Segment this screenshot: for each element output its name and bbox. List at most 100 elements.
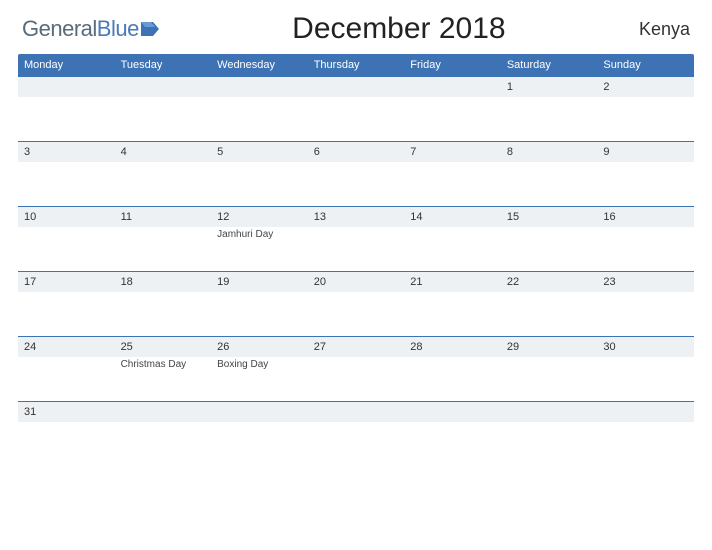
date-cell (597, 402, 694, 422)
logo-flag-icon (141, 22, 159, 36)
event-cell (404, 357, 501, 401)
day-header: Wednesday (211, 54, 308, 76)
date-cell (308, 402, 405, 422)
event-cell: Boxing Day (211, 357, 308, 401)
week-date-row: 24 25 26 27 28 29 30 (18, 336, 694, 357)
event-cell (501, 357, 598, 401)
event-cell (308, 357, 405, 401)
event-cell (597, 292, 694, 336)
date-cell: 9 (597, 142, 694, 162)
date-cell (308, 77, 405, 97)
event-cell (115, 227, 212, 271)
date-cell: 14 (404, 207, 501, 227)
event-cell (597, 422, 694, 466)
day-header: Sunday (597, 54, 694, 76)
day-header: Monday (18, 54, 115, 76)
day-header: Thursday (308, 54, 405, 76)
date-cell: 17 (18, 272, 115, 292)
week-event-row (18, 162, 694, 206)
event-cell (501, 97, 598, 141)
date-cell: 15 (501, 207, 598, 227)
week-event-row: Christmas Day Boxing Day (18, 357, 694, 401)
date-cell (18, 77, 115, 97)
date-cell (404, 402, 501, 422)
event-cell (18, 357, 115, 401)
date-cell: 31 (18, 402, 115, 422)
date-cell: 21 (404, 272, 501, 292)
date-cell: 20 (308, 272, 405, 292)
date-cell (404, 77, 501, 97)
event-cell (597, 162, 694, 206)
event-cell (404, 162, 501, 206)
date-cell: 29 (501, 337, 598, 357)
week-event-row (18, 292, 694, 336)
event-cell (115, 162, 212, 206)
date-cell: 4 (115, 142, 212, 162)
week-date-row: 31 (18, 401, 694, 422)
date-cell: 11 (115, 207, 212, 227)
event-cell (404, 97, 501, 141)
event-cell (18, 292, 115, 336)
event-cell (211, 97, 308, 141)
date-cell (115, 77, 212, 97)
day-header-row: Monday Tuesday Wednesday Thursday Friday… (18, 54, 694, 76)
event-cell (211, 292, 308, 336)
date-cell: 5 (211, 142, 308, 162)
event-cell (308, 227, 405, 271)
event-cell (115, 422, 212, 466)
date-cell: 25 (115, 337, 212, 357)
event-cell (308, 97, 405, 141)
day-header: Friday (404, 54, 501, 76)
event-cell (211, 162, 308, 206)
event-cell (18, 162, 115, 206)
event-cell (115, 292, 212, 336)
date-cell: 2 (597, 77, 694, 97)
date-cell (211, 402, 308, 422)
date-cell: 1 (501, 77, 598, 97)
logo: GeneralBlue (22, 16, 159, 42)
country-label: Kenya (639, 19, 690, 40)
event-cell (404, 292, 501, 336)
day-header: Saturday (501, 54, 598, 76)
date-cell: 30 (597, 337, 694, 357)
logo-text-blue: Blue (97, 16, 139, 42)
date-cell: 12 (211, 207, 308, 227)
date-cell: 23 (597, 272, 694, 292)
date-cell: 13 (308, 207, 405, 227)
week-event-row: Jamhuri Day (18, 227, 694, 271)
date-cell: 27 (308, 337, 405, 357)
date-cell: 3 (18, 142, 115, 162)
event-cell (597, 357, 694, 401)
date-cell (115, 402, 212, 422)
date-cell: 7 (404, 142, 501, 162)
event-cell (18, 97, 115, 141)
date-cell (211, 77, 308, 97)
week-date-row: 17 18 19 20 21 22 23 (18, 271, 694, 292)
date-cell (501, 402, 598, 422)
date-cell: 8 (501, 142, 598, 162)
calendar-header: GeneralBlue December 2018 Kenya (18, 12, 694, 46)
date-cell: 28 (404, 337, 501, 357)
day-header: Tuesday (115, 54, 212, 76)
event-cell: Jamhuri Day (211, 227, 308, 271)
event-cell (501, 292, 598, 336)
event-cell (597, 227, 694, 271)
event-cell (308, 292, 405, 336)
date-cell: 18 (115, 272, 212, 292)
date-cell: 16 (597, 207, 694, 227)
event-cell (308, 422, 405, 466)
calendar-title: December 2018 (159, 12, 639, 46)
week-event-row (18, 422, 694, 466)
event-cell (501, 227, 598, 271)
event-cell (211, 422, 308, 466)
date-cell: 22 (501, 272, 598, 292)
event-cell (404, 422, 501, 466)
date-cell: 26 (211, 337, 308, 357)
week-date-row: 10 11 12 13 14 15 16 (18, 206, 694, 227)
event-cell (18, 422, 115, 466)
event-cell: Christmas Day (115, 357, 212, 401)
logo-text-general: General (22, 16, 97, 42)
date-cell: 6 (308, 142, 405, 162)
calendar-grid: Monday Tuesday Wednesday Thursday Friday… (18, 54, 694, 466)
week-date-row: 1 2 (18, 76, 694, 97)
